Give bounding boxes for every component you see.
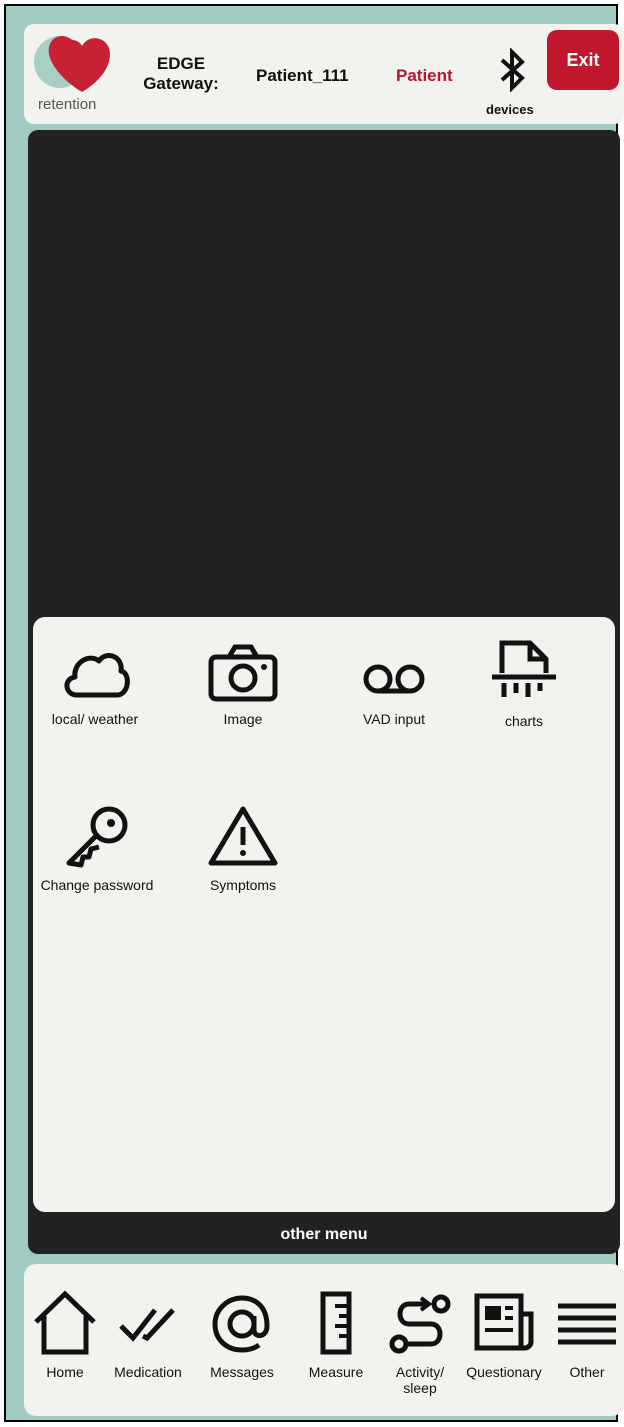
nav-label: Measure bbox=[308, 1364, 364, 1380]
shredder-icon bbox=[492, 640, 556, 697]
patient-id: Patient_111 bbox=[256, 66, 349, 85]
user-role: Patient bbox=[396, 66, 453, 85]
newspaper-icon bbox=[474, 1293, 534, 1351]
key-icon bbox=[66, 806, 128, 868]
tile-vad-input[interactable]: VAD input bbox=[334, 643, 454, 728]
tile-label: Symptoms bbox=[209, 877, 277, 893]
voicemail-icon bbox=[363, 664, 425, 694]
tile-symptoms[interactable]: Symptoms bbox=[183, 803, 303, 894]
route-icon bbox=[389, 1294, 451, 1354]
tile-change-password[interactable]: Change password bbox=[37, 803, 157, 894]
devices-label[interactable]: devices bbox=[486, 102, 534, 117]
nav-label: Messages bbox=[210, 1364, 274, 1380]
ruler-icon bbox=[320, 1291, 352, 1355]
nav-label: Medication bbox=[114, 1364, 182, 1380]
nav-medication[interactable]: Medication bbox=[106, 1290, 190, 1380]
tile-label: charts bbox=[504, 713, 544, 729]
cloud-icon bbox=[64, 653, 130, 698]
tile-charts[interactable]: charts bbox=[464, 639, 584, 730]
nav-messages[interactable]: Messages bbox=[200, 1290, 284, 1380]
nav-home[interactable]: Home bbox=[26, 1290, 104, 1380]
nav-measure[interactable]: Measure bbox=[296, 1290, 376, 1380]
nav-label: Activity/ sleep bbox=[395, 1364, 445, 1396]
other-menu-panel: local/ weather Image VAD input charts Ch… bbox=[33, 617, 615, 1212]
other-menu-label: other menu bbox=[280, 1226, 368, 1243]
nav-other[interactable]: Other bbox=[550, 1290, 624, 1380]
at-icon bbox=[212, 1295, 270, 1353]
tile-label: Image bbox=[223, 711, 263, 727]
nav-label: Questionary bbox=[466, 1364, 542, 1380]
nav-activity-sleep[interactable]: Activity/ sleep bbox=[384, 1290, 456, 1396]
bottom-nav: Home Medication Messages Measure Activit… bbox=[24, 1264, 624, 1416]
tile-label: Change password bbox=[40, 877, 154, 893]
exit-button[interactable]: Exit bbox=[547, 30, 619, 90]
nav-questionary[interactable]: Questionary bbox=[458, 1290, 550, 1380]
double-check-icon bbox=[119, 1308, 175, 1342]
tile-label: local/ weather bbox=[51, 711, 139, 727]
nav-label: Other bbox=[569, 1364, 605, 1380]
gateway-label: EDGE Gateway: bbox=[143, 54, 219, 93]
camera-icon bbox=[208, 644, 278, 702]
tile-image[interactable]: Image bbox=[183, 643, 303, 728]
bluetooth-icon[interactable] bbox=[496, 47, 528, 93]
top-bar: retention EDGE Gateway: Patient_111 Pati… bbox=[24, 24, 624, 124]
logo-text: retention bbox=[38, 96, 97, 113]
retention-logo: retention bbox=[30, 30, 110, 114]
tile-label: VAD input bbox=[363, 711, 425, 727]
tile-local-weather[interactable]: local/ weather bbox=[35, 643, 155, 728]
nav-label: Home bbox=[46, 1364, 84, 1380]
home-icon bbox=[34, 1290, 96, 1355]
warning-icon bbox=[208, 806, 278, 866]
menu-icon bbox=[558, 1303, 616, 1345]
